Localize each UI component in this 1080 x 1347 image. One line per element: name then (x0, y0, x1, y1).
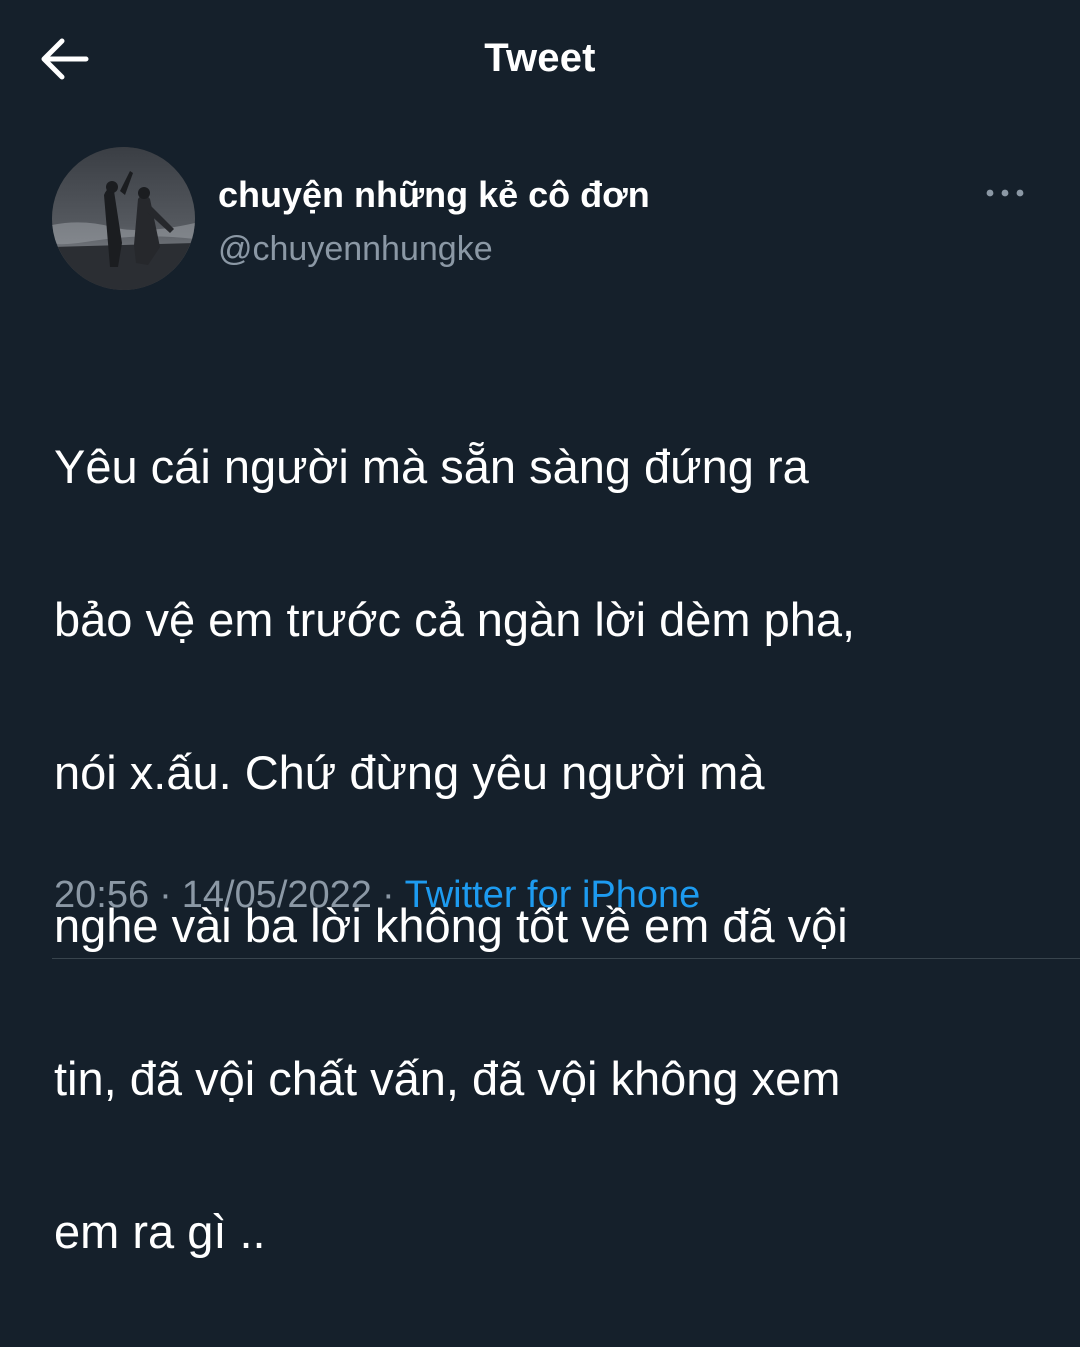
tweet-source-link[interactable]: Twitter for iPhone (405, 874, 701, 916)
more-options-button[interactable] (984, 183, 1026, 203)
tweet-text: Yêu cái người mà sẵn sàng đứng ra bảo vệ… (54, 352, 1044, 1347)
tweet-author: chuyện những kẻ cô đơn @chuyennhungke (52, 147, 1032, 292)
tweet-time[interactable]: 20:56 (54, 874, 149, 916)
tweet-text-line: bảo vệ em trước cả ngàn lời dèm pha, (54, 592, 856, 646)
divider (52, 958, 1080, 959)
more-horizontal-icon (986, 189, 1024, 197)
top-bar: Tweet (0, 0, 1080, 118)
page-title: Tweet (484, 36, 596, 80)
tweet-date[interactable]: 14/05/2022 (182, 874, 372, 916)
display-name[interactable]: chuyện những kẻ cô đơn (218, 174, 650, 216)
meta-separator: · (381, 874, 395, 916)
tweet-meta: 20:56 · 14/05/2022 · Twitter for iPhone (54, 874, 700, 917)
tweet-text-line: tin, đã vội chất vấn, đã vội không xem (54, 1051, 841, 1105)
tweet-text-line: nói x.ấu. Chứ đừng yêu người mà (54, 745, 765, 799)
meta-separator: · (159, 874, 172, 916)
username-handle[interactable]: @chuyennhungke (218, 230, 493, 269)
tweet-text-line: Yêu cái người mà sẵn sàng đứng ra (54, 439, 809, 493)
avatar[interactable] (52, 147, 195, 290)
tweet-text-line: em ra gì .. (54, 1204, 266, 1258)
